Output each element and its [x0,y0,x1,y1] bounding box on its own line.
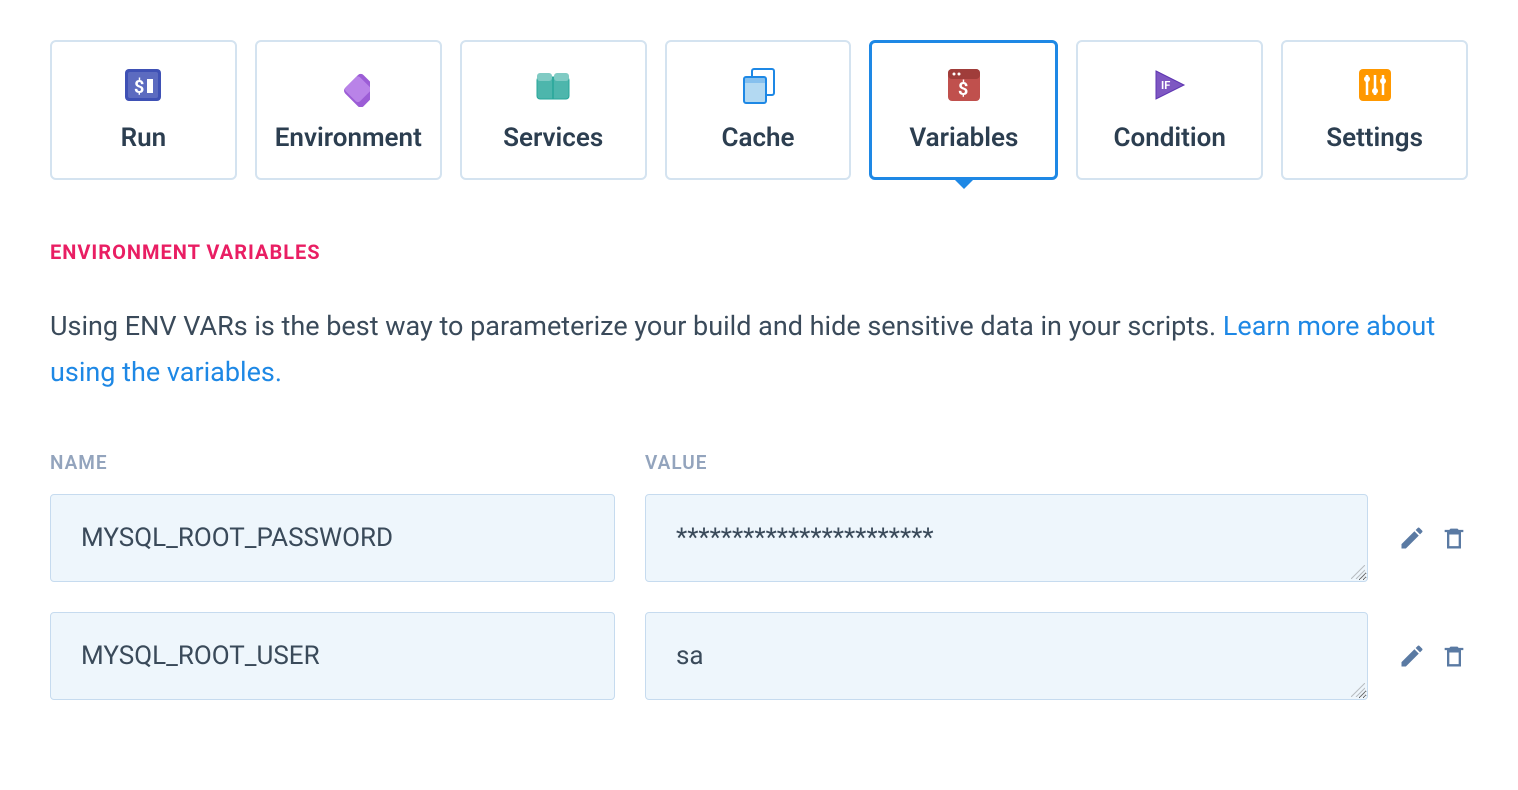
trash-icon [1440,642,1468,670]
variable-value-field[interactable]: *********************** [645,494,1368,582]
tab-label: Environment [275,123,422,153]
environment-icon [326,63,370,107]
variable-value-text: sa [676,641,704,671]
tab-variables[interactable]: $ Variables [869,40,1058,180]
settings-icon [1353,63,1397,107]
description: Using ENV VARs is the best way to parame… [50,304,1468,396]
variable-row: MYSQL_ROOT_USER sa [50,612,1468,700]
svg-text:$: $ [958,79,968,100]
delete-button[interactable] [1440,524,1468,552]
pencil-icon [1398,524,1426,552]
cache-icon [736,63,780,107]
tab-cache[interactable]: Cache [665,40,852,180]
tabs-bar: $ Run Environment Services Cache $ Varia… [50,40,1468,180]
tab-label: Variables [909,123,1018,153]
variables-table-header: NAME VALUE [50,451,1468,474]
pencil-icon [1398,642,1426,670]
tab-environment[interactable]: Environment [255,40,442,180]
svg-text:$: $ [134,77,144,98]
variable-value-field[interactable]: sa [645,612,1368,700]
delete-button[interactable] [1440,642,1468,670]
edit-button[interactable] [1398,524,1426,552]
edit-button[interactable] [1398,642,1426,670]
variable-row: MYSQL_ROOT_PASSWORD ********************… [50,494,1468,582]
resize-handle-icon [1351,565,1365,579]
variable-actions [1398,642,1468,670]
variable-actions [1398,524,1468,552]
tab-services[interactable]: Services [460,40,647,180]
tab-label: Settings [1326,123,1423,153]
services-icon [531,63,575,107]
section-title: ENVIRONMENT VARIABLES [50,240,1468,264]
svg-text:IF: IF [1161,79,1170,92]
tab-label: Cache [721,123,794,153]
tab-label: Services [503,123,603,153]
variable-value-text: *********************** [676,523,934,553]
condition-icon: IF [1148,63,1192,107]
variable-name-field[interactable]: MYSQL_ROOT_USER [50,612,615,700]
tab-label: Condition [1114,123,1226,153]
variables-icon: $ [942,63,986,107]
variable-name-field[interactable]: MYSQL_ROOT_PASSWORD [50,494,615,582]
tab-run[interactable]: $ Run [50,40,237,180]
column-header-name: NAME [50,451,615,474]
description-text: Using ENV VARs is the best way to parame… [50,310,1223,342]
tab-condition[interactable]: IF Condition [1076,40,1263,180]
column-header-value: VALUE [645,451,1468,474]
tab-settings[interactable]: Settings [1281,40,1468,180]
tab-label: Run [121,123,167,153]
run-icon: $ [121,63,165,107]
resize-handle-icon [1351,683,1365,697]
trash-icon [1440,524,1468,552]
